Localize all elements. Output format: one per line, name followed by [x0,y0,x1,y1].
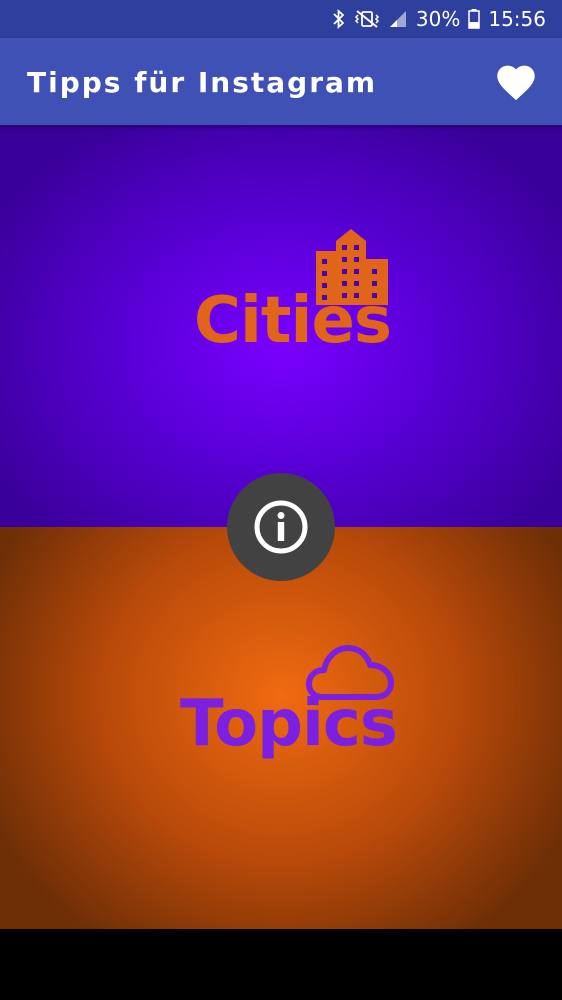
bluetooth-icon [332,9,346,29]
battery-icon [468,9,481,29]
info-icon [254,500,308,554]
app-title: Tipps für Instagram [27,66,378,99]
topics-panel[interactable]: Topics [0,527,562,929]
cities-label: Cities [194,284,392,358]
navigation-bar [0,929,562,1000]
cities-panel[interactable]: Cities [0,125,562,527]
battery-percent: 30% [415,7,461,31]
status-time: 15:56 [488,7,546,31]
signal-icon [388,9,408,29]
info-button[interactable] [227,473,335,581]
status-bar: 30% 15:56 [0,0,562,38]
vibrate-mute-icon [354,9,380,29]
favorites-button[interactable] [494,62,538,102]
app-bar: Tipps für Instagram [0,38,562,125]
heart-icon [497,65,535,101]
topics-label: Topics [180,687,398,761]
